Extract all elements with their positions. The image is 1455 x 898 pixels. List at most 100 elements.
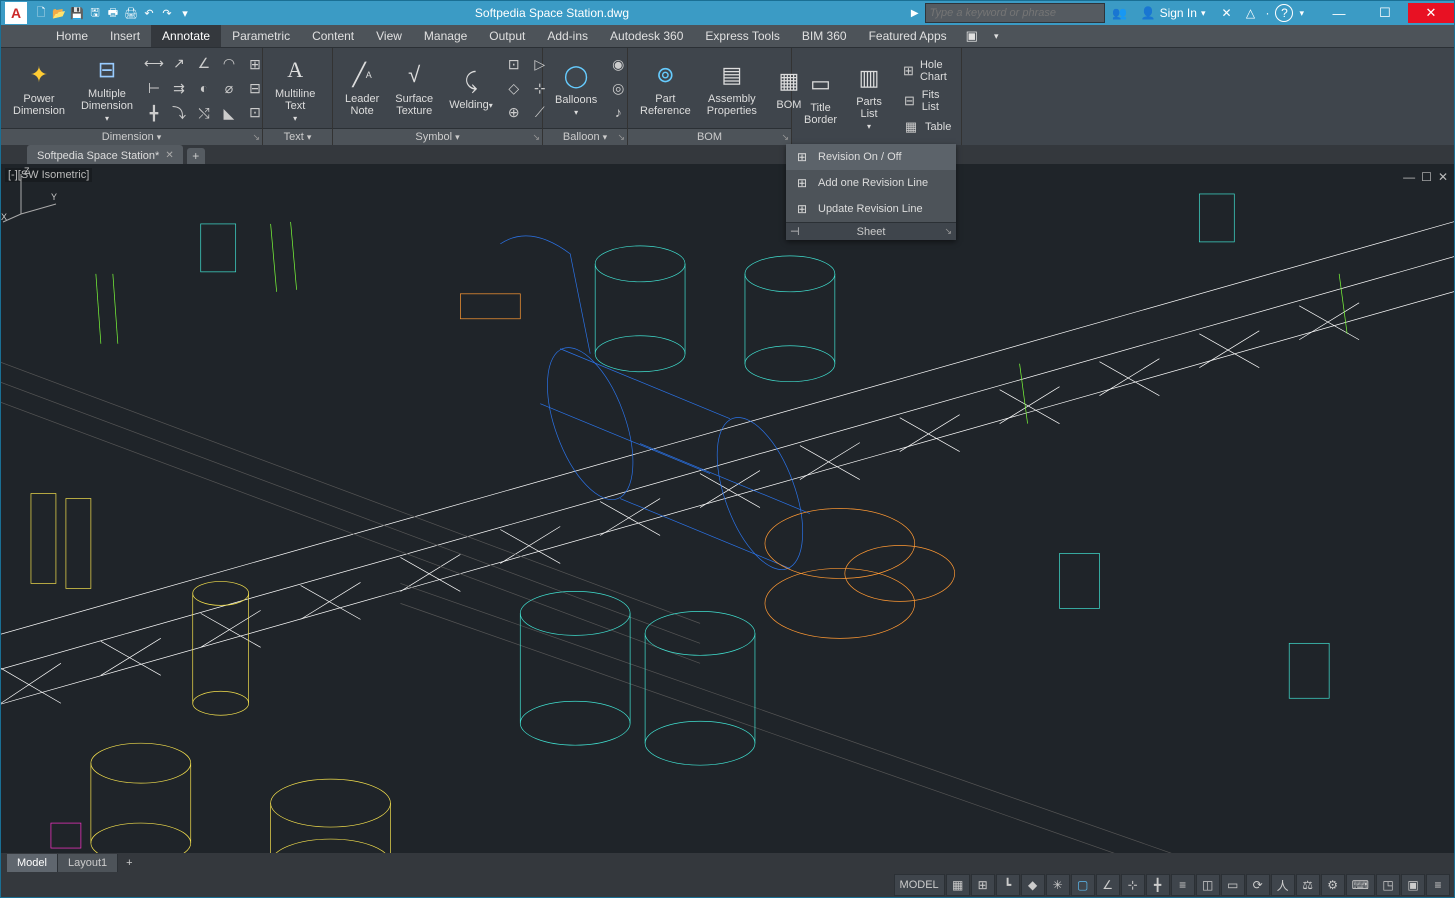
sb-iso-icon[interactable]: ◳	[1376, 874, 1400, 896]
update-revision-line-button[interactable]: ⊞ Update Revision Line	[786, 196, 956, 222]
sb-custom-icon[interactable]: ≡	[1426, 874, 1450, 896]
tab-view[interactable]: View	[365, 25, 413, 47]
sign-in-button[interactable]: 👤 Sign In ▾	[1135, 4, 1212, 22]
featured-icon[interactable]: △	[1241, 4, 1259, 22]
leader-note-button[interactable]: ╱A Leader Note	[339, 50, 385, 126]
sheet-panel-title[interactable]: ⊣ Sheet ↘	[786, 222, 956, 240]
balloons-button[interactable]: ◯ Balloons ▾	[549, 50, 603, 126]
dimension-panel-title[interactable]: Dimension▾↘	[1, 128, 262, 145]
baseline-dim-icon[interactable]: ⊢	[143, 77, 165, 99]
title-border-button[interactable]: ▭ Title Border	[798, 59, 843, 135]
surface-texture-button[interactable]: √ Surface Texture	[389, 50, 439, 126]
jog-dim-icon[interactable]: ⤵	[168, 102, 190, 124]
qat-open-icon[interactable]: 📂	[51, 5, 67, 21]
sb-snap-icon[interactable]: ⊞	[971, 874, 995, 896]
tab-insert[interactable]: Insert	[99, 25, 151, 47]
sb-lwt-icon[interactable]: ≡	[1171, 874, 1195, 896]
tab-featured-apps[interactable]: Featured Apps	[858, 25, 958, 47]
stay-connected-icon[interactable]: 👥	[1111, 4, 1129, 22]
parts-list-button[interactable]: ▥ Parts List ▾	[847, 59, 891, 135]
sb-otrack-icon[interactable]: ⊹	[1121, 874, 1145, 896]
close-button[interactable]: ✕	[1408, 3, 1454, 23]
sb-ortho-icon[interactable]: ┗	[996, 874, 1020, 896]
aligned-dim-icon[interactable]: ↗	[168, 52, 190, 74]
multiline-text-button[interactable]: A Multiline Text ▾	[269, 50, 321, 126]
qat-save-icon[interactable]: 💾	[69, 5, 85, 21]
sb-osnap-icon[interactable]: ▢	[1071, 874, 1095, 896]
radius-dim-icon[interactable]: ◐	[193, 77, 215, 99]
sb-cycle-icon[interactable]: ⟳	[1246, 874, 1270, 896]
search-arrow-icon[interactable]: ▶	[911, 8, 919, 19]
multiple-dimension-button[interactable]: ⊟ Multiple Dimension ▾	[75, 50, 139, 126]
add-revision-line-button[interactable]: ⊞ Add one Revision Line	[786, 170, 956, 196]
qat-redo-icon[interactable]: ↷	[159, 5, 175, 21]
sb-3dosnap-icon[interactable]: ∠	[1096, 874, 1120, 896]
sb-ws-icon[interactable]: ⚙	[1321, 874, 1345, 896]
sb-infer-icon[interactable]: ◆	[1021, 874, 1045, 896]
sb-dyn-icon[interactable]: ╋	[1146, 874, 1170, 896]
sb-clean-icon[interactable]: ▣	[1401, 874, 1425, 896]
chamfer-dim-icon[interactable]: ◣	[218, 102, 240, 124]
help-icon[interactable]: ?	[1275, 4, 1293, 22]
qat-undo-icon[interactable]: ↶	[141, 5, 157, 21]
balloon-align-icon[interactable]: ♪	[607, 101, 629, 123]
hole-chart-button[interactable]: ⊞Hole Chart	[899, 57, 956, 85]
revision-onoff-button[interactable]: ⊞ Revision On / Off	[786, 144, 956, 170]
balloon-renum-icon[interactable]: ◎	[607, 77, 629, 99]
arc-dim-icon[interactable]: ◠	[218, 52, 240, 74]
qat-new-icon[interactable]: 🗋	[33, 5, 49, 21]
layout-tab-add[interactable]: +	[118, 854, 140, 872]
maximize-button[interactable]: ☐	[1362, 3, 1408, 23]
balloon-attach-icon[interactable]: ◉	[607, 53, 629, 75]
linear-dim-icon[interactable]: ⟷	[143, 52, 165, 74]
datum-id-icon[interactable]: ◇	[503, 77, 525, 99]
sb-model-button[interactable]: MODEL	[894, 874, 945, 896]
bom-panel-title[interactable]: BOM↘	[628, 128, 791, 145]
tab-dropdown-icon[interactable]: ▾	[986, 27, 1007, 46]
layout-tab-layout1[interactable]: Layout1	[58, 854, 118, 872]
file-tab-add[interactable]: +	[187, 148, 205, 164]
part-reference-button[interactable]: ⊚ Part Reference	[634, 50, 697, 126]
qat-saveas-icon[interactable]: 🖫	[87, 5, 103, 21]
symbol-panel-title[interactable]: Symbol▾↘	[333, 128, 542, 145]
text-panel-title[interactable]: Text▾	[263, 128, 332, 145]
tab-parametric[interactable]: Parametric	[221, 25, 301, 47]
qat-dropdown-icon[interactable]: ▾	[177, 5, 193, 21]
table-button[interactable]: ▦Table	[899, 117, 956, 137]
qat-print-icon[interactable]: 🖶	[105, 5, 121, 21]
tab-extra-icon[interactable]: ▣	[958, 24, 986, 48]
app-icon[interactable]	[5, 2, 27, 24]
sb-trans-icon[interactable]: ◫	[1196, 874, 1220, 896]
sb-grid-icon[interactable]: ▦	[946, 874, 970, 896]
datum-target-icon[interactable]: ⊕	[503, 101, 525, 123]
tab-output[interactable]: Output	[478, 25, 536, 47]
dia-dim-icon[interactable]: ⌀	[218, 77, 240, 99]
sb-polar-icon[interactable]: ✳	[1046, 874, 1070, 896]
drawing-viewport[interactable]: [-][SW Isometric] — ☐ ✕	[1, 164, 1454, 853]
tab-content[interactable]: Content	[301, 25, 365, 47]
tab-express-tools[interactable]: Express Tools	[694, 25, 790, 47]
layout-tab-model[interactable]: Model	[7, 854, 58, 872]
tab-bim360[interactable]: BIM 360	[791, 25, 858, 47]
tab-autodesk360[interactable]: Autodesk 360	[599, 25, 694, 47]
tab-addins[interactable]: Add-ins	[536, 25, 599, 47]
qat-plot-icon[interactable]: 🖨	[123, 5, 139, 21]
tab-home[interactable]: Home	[45, 25, 99, 47]
sb-hw-icon[interactable]: ⌨	[1346, 874, 1375, 896]
tab-manage[interactable]: Manage	[413, 25, 478, 47]
balloon-panel-title[interactable]: Balloon▾↘	[543, 128, 627, 145]
search-input[interactable]	[925, 3, 1105, 23]
exchange-icon[interactable]: ✕	[1217, 4, 1235, 22]
chain-dim-icon[interactable]: ⇉	[168, 77, 190, 99]
angle-dim-icon[interactable]: ∠	[193, 52, 215, 74]
pin-icon[interactable]: ⊣	[790, 225, 800, 238]
ord-dim-icon[interactable]: ╋	[143, 102, 165, 124]
tab-annotate[interactable]: Annotate	[151, 25, 221, 47]
break-dim-icon[interactable]: ⤭	[193, 102, 215, 124]
sb-annoscale-icon[interactable]: ⚖	[1296, 874, 1320, 896]
welding-button[interactable]: ⤹ Welding▾	[443, 50, 499, 126]
file-tab-1[interactable]: Softpedia Space Station* ✕	[27, 145, 183, 164]
sb-qp-icon[interactable]: ▭	[1221, 874, 1245, 896]
sb-annomon-icon[interactable]: 人	[1271, 874, 1295, 896]
assembly-props-button[interactable]: ▤ Assembly Properties	[701, 50, 763, 126]
